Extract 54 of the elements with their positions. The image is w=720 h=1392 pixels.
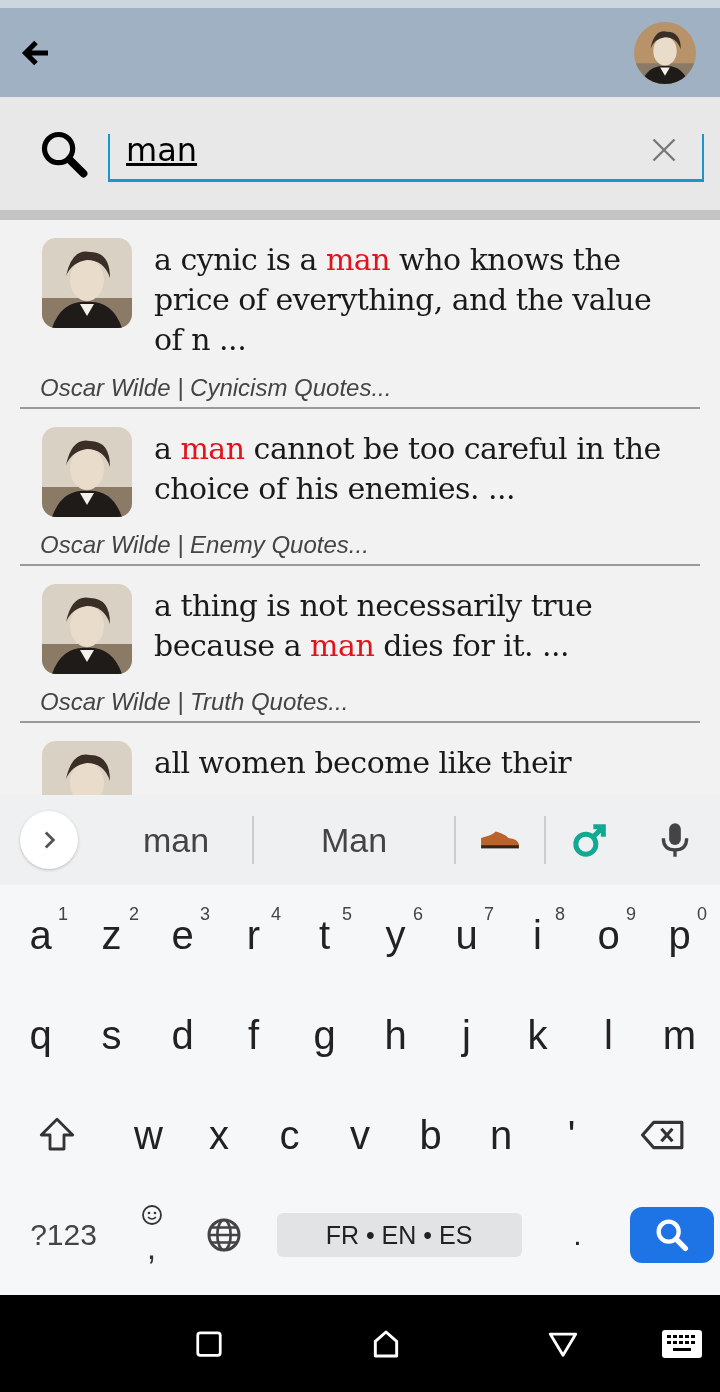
quote-text: a cynic is a man who knows the price of everything, and the value of n ... (154, 241, 653, 359)
quote-card[interactable]: a man cannot be too careful in the choice of his enemies. ... Oscar Wilde | Enemy Quotes... (20, 409, 700, 566)
quote-source: Oscar Wilde | Enemy Quotes... (39, 530, 370, 560)
key[interactable]: l (573, 990, 644, 1080)
key[interactable]: ' (536, 1090, 607, 1180)
key-hint: 3 (200, 904, 210, 925)
quote-card[interactable]: a thing is not necessarily true because a man dies for it. ... Oscar Wilde | Truth Quotes... (20, 566, 700, 723)
quote-text: a thing is not necessarily true because a man dies for it. ... (154, 587, 594, 665)
key-hint: 2 (129, 904, 139, 925)
key[interactable]: w (113, 1090, 184, 1180)
backspace-icon (641, 1119, 686, 1151)
quote-source: Oscar Wilde | Cynicism Quotes... (39, 373, 393, 403)
key[interactable]: c (254, 1090, 325, 1180)
key[interactable]: b (395, 1090, 466, 1180)
key[interactable]: n (465, 1090, 537, 1180)
key-hint: 0 (697, 904, 707, 925)
key[interactable]: f (218, 990, 289, 1080)
key-hint: 8 (555, 904, 565, 925)
quote-source: Oscar Wilde | Truth Quotes... (39, 687, 350, 717)
shoe-icon[interactable] (479, 829, 521, 851)
key[interactable]: g (289, 990, 360, 1080)
key-hint: 5 (342, 904, 352, 925)
smiley-icon (139, 1203, 164, 1227)
key[interactable]: t 5 (289, 890, 360, 980)
comma-label: , (146, 1227, 157, 1267)
key[interactable]: v (324, 1090, 396, 1180)
key-hint: 9 (626, 904, 636, 925)
keyboard-icon (662, 1329, 702, 1358)
key[interactable]: k (502, 990, 573, 1080)
key[interactable]: x (183, 1090, 255, 1180)
key-hint: 7 (484, 904, 494, 925)
key[interactable]: m (644, 990, 715, 1080)
comma-key[interactable]: , (120, 1190, 183, 1280)
search-field[interactable]: man (108, 133, 704, 182)
key[interactable]: d (147, 990, 218, 1080)
quote-text: all women become like their (154, 744, 573, 782)
key[interactable]: i 8 (502, 890, 573, 980)
suggestion[interactable]: man (100, 820, 252, 860)
key-hint: 6 (413, 904, 423, 925)
key[interactable]: h (360, 990, 431, 1080)
key[interactable]: q (5, 990, 76, 1080)
symbols-key[interactable]: ?123 (6, 1190, 121, 1280)
key[interactable]: r 4 (218, 890, 289, 980)
search-key[interactable] (629, 1207, 714, 1263)
period-key[interactable]: . (533, 1190, 622, 1280)
key-hint: 1 (58, 904, 68, 925)
key-hint: 4 (271, 904, 281, 925)
key[interactable]: s (76, 990, 147, 1080)
quote-text: a man cannot be too careful in the choice of his enemies. ... (154, 430, 662, 508)
space-key[interactable]: FR • EN • ES (276, 1213, 522, 1257)
key[interactable]: j (431, 990, 502, 1080)
suggestion[interactable]: Man (254, 820, 454, 860)
quote-card[interactable]: a cynic is a man who knows the price of everything, and the value of n ... Oscar Wilde | Cynicism Quotes... (20, 220, 700, 409)
square-icon (193, 1328, 224, 1359)
